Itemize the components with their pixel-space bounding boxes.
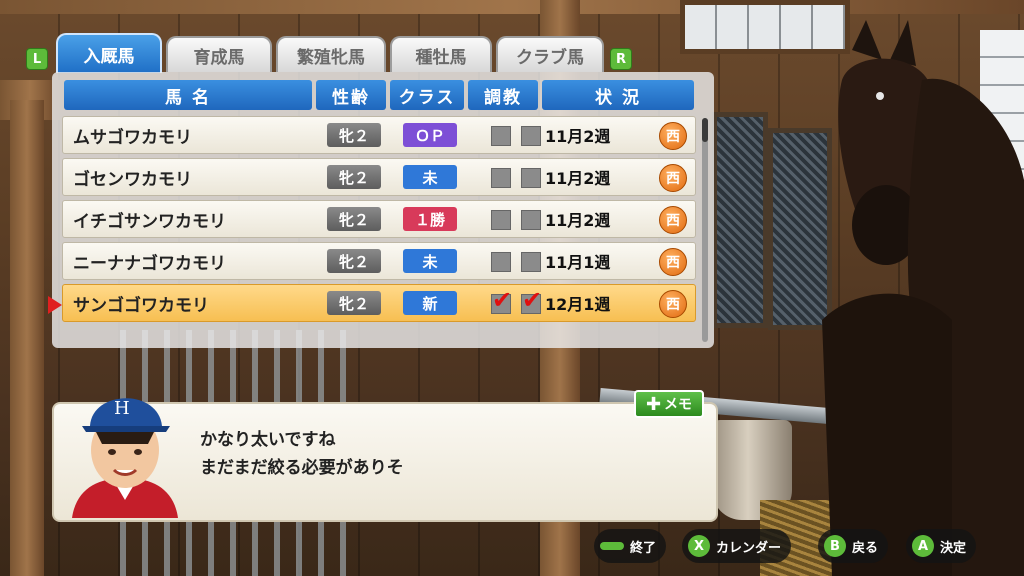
confirm-label: 決定 [940,540,967,556]
region-west-icon: 西 [659,290,687,318]
horse-list-panel: 馬 名 性齢 クラス 調教 状 況 ムサゴワカモリ 牝２ ＯＰ 11月2週 西 … [52,72,714,348]
horse-name: ムサゴワカモリ [73,127,192,148]
training-check-1-checked [491,286,512,314]
training-check-1 [491,168,511,188]
x-button-icon: X [688,535,710,557]
dialog-text: かなり太いですね まだまだ絞る必要がありそ [200,426,404,482]
post-left [10,100,44,576]
horse-row[interactable]: ムサゴワカモリ 牝２ ＯＰ 11月2週 西 [62,116,696,154]
tab-broodmares[interactable]: 繁殖牝馬 [276,36,386,72]
horse-row-selected[interactable]: サンゴゴワカモリ 牝２ 新 12月1週 西 [62,284,696,322]
tab-stallions[interactable]: 種牡馬 [390,36,492,72]
trainer-avatar: H [72,398,178,518]
horse-name: ゴセンワカモリ [73,169,192,190]
back-label: 戻る [852,540,879,556]
tab-training-horses[interactable]: 育成馬 [166,36,272,72]
stall-grate-left [712,112,768,328]
sex-age-badge: 牝２ [327,291,381,315]
horse-row[interactable]: ゴセンワカモリ 牝２ 未 11月2週 西 [62,158,696,196]
training-check-2-checked [521,286,542,314]
training-check-2 [521,210,541,230]
scrollbar[interactable] [702,118,708,342]
calendar-button[interactable]: X カレンダー [682,529,792,563]
ceiling-beam [0,0,1024,14]
selection-cursor-icon [48,296,62,314]
training-check-1 [491,252,511,272]
tab-stabled-horses[interactable]: 入厩馬 [56,33,162,73]
a-button-icon: A [912,535,934,557]
dialog-line-1: かなり太いですね [200,430,336,450]
horse-name: サンゴゴワカモリ [73,295,209,316]
region-west-icon: 西 [659,206,687,234]
header-name: 馬 名 [64,80,312,110]
header-class: クラス [390,80,464,110]
class-badge: 新 [403,291,457,315]
header-training: 調教 [468,80,538,110]
calendar-label: カレンダー [716,540,782,556]
dialog-line-2: まだまだ絞る必要がありそ [200,458,404,478]
status-date: 11月1週 [545,253,611,272]
status-date: 11月2週 [545,211,611,230]
plus-icon: ✚ [645,393,662,415]
back-button[interactable]: B 戻る [818,529,889,563]
minus-icon [600,542,624,550]
sex-age-badge: 牝２ [327,207,381,231]
class-badge: ＯＰ [403,123,457,147]
tab-left-shoulder-button[interactable]: L [26,48,48,70]
class-badge: 未 [403,165,457,189]
tab-club-horses[interactable]: クラブ馬 [496,36,604,72]
training-check-1 [491,126,511,146]
horse-row[interactable]: ニーナナゴワカモリ 牝２ 未 11月1週 西 [62,242,696,280]
training-check-2 [521,168,541,188]
status-date: 12月1週 [545,295,611,314]
class-badge: 未 [403,249,457,273]
horse-name: ニーナナゴワカモリ [73,253,226,274]
tab-right-shoulder-button[interactable]: R [610,48,632,70]
training-check-2 [521,126,541,146]
training-check-2 [521,252,541,272]
memo-label: メモ [664,397,693,413]
header-status: 状 況 [542,80,694,110]
sex-age-badge: 牝２ [327,165,381,189]
sex-age-badge: 牝２ [327,249,381,273]
training-check-1 [491,210,511,230]
end-label: 終了 [630,540,657,556]
region-west-icon: 西 [659,122,687,150]
end-button[interactable]: 終了 [594,529,667,563]
status-date: 11月2週 [545,169,611,188]
svg-text:H: H [114,398,130,419]
horse-image [822,20,1024,576]
sex-age-badge: 牝２ [327,123,381,147]
region-west-icon: 西 [659,248,687,276]
class-badge: １勝 [403,207,457,231]
status-date: 11月2週 [545,127,611,146]
region-west-icon: 西 [659,164,687,192]
horse-name: イチゴサンワカモリ [73,211,226,232]
scrollbar-thumb[interactable] [702,118,708,142]
horse-row[interactable]: イチゴサンワカモリ 牝２ １勝 11月2週 西 [62,200,696,238]
confirm-button[interactable]: A 決定 [906,529,977,563]
b-button-icon: B [824,535,846,557]
header-sex-age: 性齢 [316,80,386,110]
memo-button[interactable]: ✚ メモ [634,390,704,418]
